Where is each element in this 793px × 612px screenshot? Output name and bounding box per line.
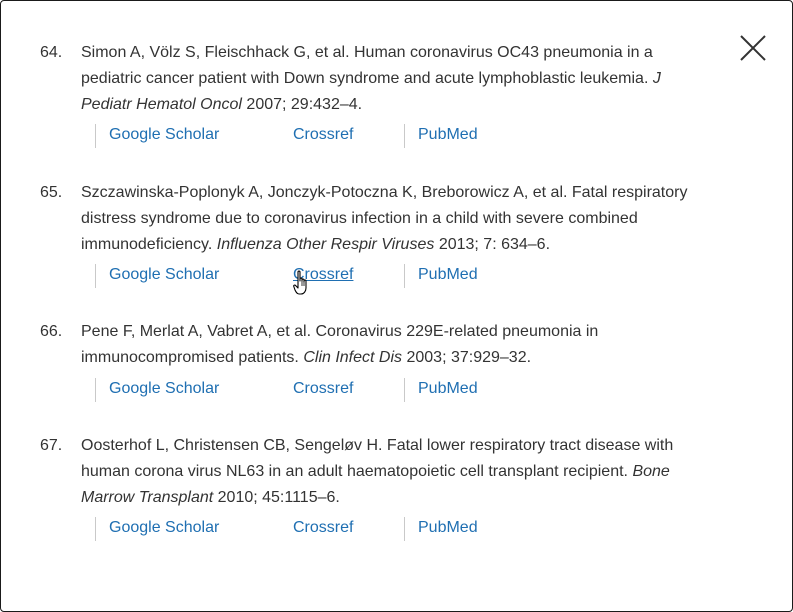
reference-citation: 2007; 29:432–4. (246, 96, 363, 113)
reference-authors-title: Oosterhof L, Christensen CB, Sengeløv H.… (81, 437, 674, 480)
reference-authors-title: Simon A, Völz S, Fleischhack G, et al. H… (81, 44, 653, 87)
reference-number: 67. (40, 437, 63, 454)
crossref-link[interactable]: Crossref (280, 124, 353, 148)
reference-citation: 2013; 7: 634–6. (438, 236, 551, 253)
reference-citation: 2010; 45:1115–6. (217, 489, 340, 506)
pubmed-link[interactable]: PubMed (404, 264, 478, 288)
pubmed-link[interactable]: PubMed (404, 517, 478, 541)
google-scholar-link[interactable]: Google Scholar (95, 124, 219, 148)
crossref-link[interactable]: Crossref (280, 264, 353, 288)
close-icon (740, 35, 766, 61)
pubmed-link[interactable]: PubMed (404, 124, 478, 148)
crossref-link[interactable]: Crossref (280, 378, 353, 402)
google-scholar-link[interactable]: Google Scholar (95, 264, 219, 288)
reference-text: Simon A, Völz S, Fleischhack G, et al. H… (81, 40, 711, 118)
crossref-link[interactable]: Crossref (280, 517, 353, 541)
reference-number: 66. (40, 323, 63, 340)
reference-text: Oosterhof L, Christensen CB, Sengeløv H.… (81, 433, 711, 511)
reference-journal: Clin Infect Dis (303, 349, 403, 366)
google-scholar-link[interactable]: Google Scholar (95, 378, 219, 402)
google-scholar-link[interactable]: Google Scholar (95, 517, 219, 541)
pubmed-link[interactable]: PubMed (404, 378, 478, 402)
references-modal: 64. Simon A, Völz S, Fleischhack G, et a… (0, 0, 793, 612)
reference-number: 64. (40, 44, 63, 61)
close-button[interactable] (739, 34, 767, 62)
reference-text: Szczawinska-Poplonyk A, Jonczyk-Potoczna… (81, 180, 711, 258)
reference-number: 65. (40, 184, 63, 201)
reference-journal: Influenza Other Respir Viruses (216, 236, 435, 253)
reference-text: Pene F, Merlat A, Vabret A, et al. Coron… (81, 319, 711, 371)
reference-citation: 2003; 37:929–32. (406, 349, 532, 366)
